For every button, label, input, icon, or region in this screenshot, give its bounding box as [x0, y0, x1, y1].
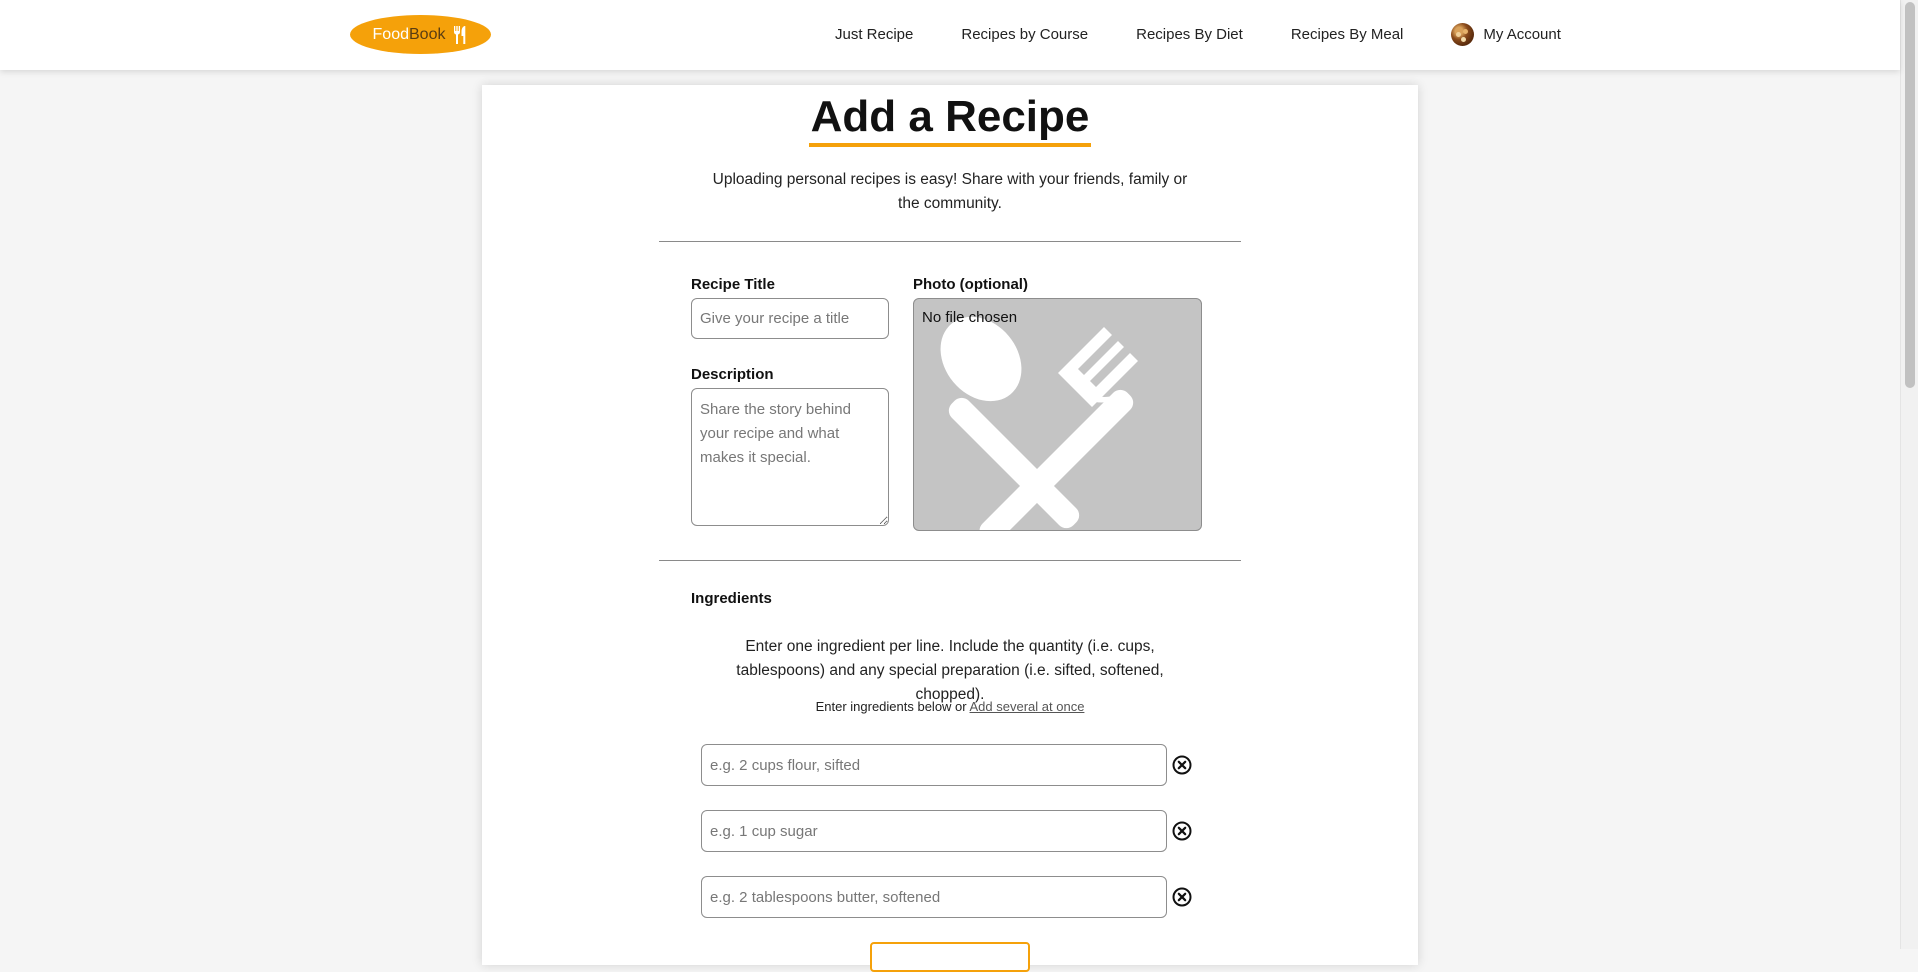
page-title-wrapper: Add a Recipe — [482, 91, 1418, 147]
recipe-title-label: Recipe Title — [691, 276, 775, 293]
scrollbar-thumb[interactable] — [1905, 2, 1915, 388]
add-several-link[interactable]: Add several at once — [970, 699, 1085, 714]
divider-ingredients — [659, 560, 1241, 561]
nav-account-label: My Account — [1483, 25, 1561, 43]
ingredient-input-1[interactable] — [701, 744, 1167, 786]
ingredients-subline: Enter ingredients below or Add several a… — [700, 699, 1200, 714]
page-scrollbar[interactable] — [1900, 0, 1918, 949]
nav-link-recipes-by-course[interactable]: Recipes by Course — [961, 26, 1088, 43]
remove-circle-icon[interactable] — [1172, 887, 1192, 907]
nav-account[interactable]: My Account — [1451, 22, 1561, 46]
photo-file-status: No file chosen — [922, 309, 1018, 326]
navbar: Food Book Just Recipe Recipes by Course R… — [0, 0, 1900, 70]
brand-food-text: Food — [372, 25, 409, 43]
ingredients-label: Ingredients — [691, 590, 772, 607]
page-title: Add a Recipe — [808, 91, 1092, 147]
description-label: Description — [691, 366, 774, 383]
add-ingredient-button[interactable] — [870, 942, 1030, 972]
nav-links: Just Recipe Recipes by Course Recipes By… — [835, 0, 1561, 68]
photo-upload[interactable]: No file chosen — [913, 298, 1202, 531]
ingredient-input-2[interactable] — [701, 810, 1167, 852]
page-intro: Uploading personal recipes is easy! Shar… — [712, 171, 1188, 212]
remove-circle-icon[interactable] — [1172, 821, 1192, 841]
photo-label: Photo (optional) — [913, 276, 1028, 293]
utensils-icon — [940, 316, 1138, 530]
add-recipe-card: Add a Recipe Uploading personal recipes … — [482, 85, 1418, 972]
divider-top — [659, 241, 1241, 242]
ingredient-input-3[interactable] — [701, 876, 1167, 918]
remove-circle-icon[interactable] — [1172, 755, 1192, 775]
brand-book-text: Book — [409, 25, 446, 43]
nav-link-just-recipe[interactable]: Just Recipe — [835, 26, 913, 43]
nav-link-recipes-by-meal[interactable]: Recipes By Meal — [1291, 26, 1404, 43]
recipe-title-input[interactable] — [691, 298, 889, 339]
ingredients-sub-prefix: Enter ingredients below or — [815, 699, 967, 714]
ingredients-instructions: Enter one ingredient per line. Include t… — [736, 638, 1164, 703]
utensils-icon — [452, 25, 468, 44]
description-textarea[interactable] — [691, 388, 889, 526]
brand-logo[interactable]: Food Book — [350, 15, 491, 54]
avatar — [1451, 22, 1475, 46]
nav-link-recipes-by-diet[interactable]: Recipes By Diet — [1136, 26, 1243, 43]
